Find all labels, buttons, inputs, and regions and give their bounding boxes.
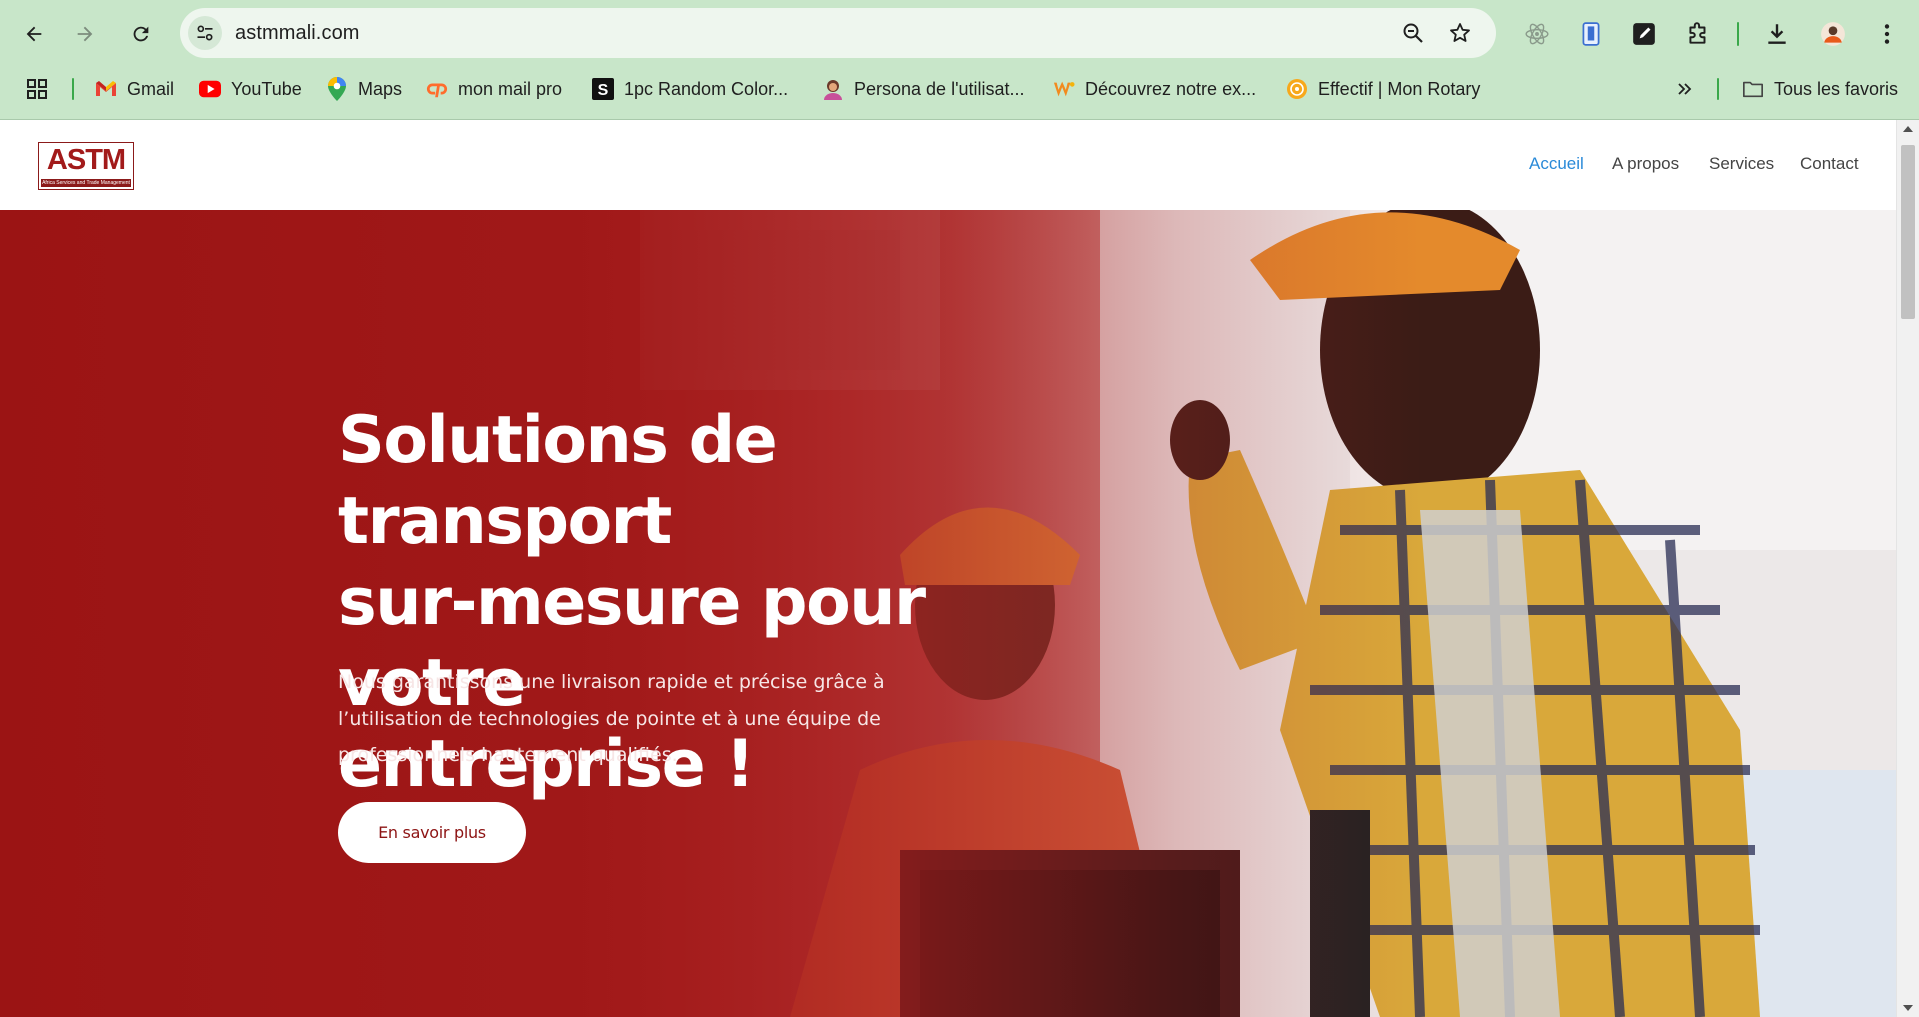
bookmarks-divider-right [1717,78,1719,100]
bookmark-youtube[interactable]: YouTube [199,74,302,104]
react-atom-icon [1525,23,1549,45]
device-frame-icon [1582,22,1600,46]
site-settings-button[interactable] [188,16,222,50]
svg-text:S: S [598,82,609,99]
bookmark-label: Découvrez notre ex... [1085,78,1257,99]
bookmark-gmail[interactable]: Gmail [95,74,174,104]
all-bookmarks-button[interactable]: Tous les favoris [1742,74,1898,104]
bookmark-label: Effectif | Mon Rotary [1318,78,1481,99]
site-header: ASTM Africa Services and Trade Managemen… [0,120,1896,210]
bookmark-label: YouTube [231,78,302,99]
nav-a-propos[interactable]: A propos [1612,154,1679,174]
bookmark-decouvrez[interactable]: Découvrez notre ex... [1053,74,1256,104]
puzzle-piece-icon [1689,22,1706,44]
bookmark-persona[interactable]: Persona de l'utilisat... [822,74,1025,104]
download-icon [1768,24,1786,44]
more-bookmarks-button[interactable] [1674,74,1706,104]
avatar-icon [1821,22,1845,46]
toolbar-divider [1737,22,1739,46]
scroll-down-arrow-icon[interactable] [1903,1005,1913,1011]
folder-icon [1742,78,1764,100]
zoom-out-icon [1403,23,1423,43]
bookmarks-divider [72,78,74,100]
eyedropper-icon [1633,23,1655,45]
gmail-icon [95,78,117,100]
web-page: ASTM Africa Services and Trade Managemen… [0,120,1896,1017]
youtube-icon [199,78,221,100]
zoom-button[interactable] [1399,19,1427,47]
hero-title-line: Solutions de transport [338,403,778,559]
logo-tagline: Africa Services and Trade Management [41,179,131,187]
tune-icon [197,25,213,41]
bookmark-rotary[interactable]: Effectif | Mon Rotary [1286,74,1480,104]
profile-button[interactable] [1816,17,1850,51]
browser-toolbar: astmmali.com [0,0,1919,66]
reload-button[interactable] [122,15,160,53]
star-outline-icon [1450,23,1470,42]
maps-icon [326,77,348,101]
all-bookmarks-label: Tous les favoris [1774,78,1899,99]
hero-text-line: Nous garantissons une livraison rapide e… [338,671,885,693]
address-bar[interactable]: astmmali.com [180,8,1496,58]
extension-responsive-viewer[interactable] [1574,17,1608,51]
rotary-icon [1286,78,1308,100]
apps-button[interactable] [26,74,58,104]
vertical-dots-icon [1884,24,1890,44]
bookmark-label: Persona de l'utilisat... [854,78,1025,99]
extension-color-picker[interactable] [1627,17,1661,51]
bookmark-random-color[interactable]: S 1pc Random Color... [592,74,788,104]
s-square-icon: S [592,78,614,100]
bookmark-label: mon mail pro [458,78,563,99]
chrome-menu-button[interactable] [1870,17,1904,51]
url-text[interactable]: astmmali.com [235,22,360,45]
bookmark-label: 1pc Random Color... [624,78,789,99]
bookmark-label: Gmail [127,78,175,99]
downloads-button[interactable] [1760,17,1794,51]
logo-text: ASTM [46,144,126,176]
extensions-button[interactable] [1681,17,1715,51]
nav-contact[interactable]: Contact [1800,154,1859,174]
nav-services[interactable]: Services [1709,154,1774,174]
cpanel-icon [426,78,448,100]
forward-button[interactable] [66,15,104,53]
scroll-up-arrow-icon[interactable] [1903,126,1913,132]
bookmarks-bar: Gmail YouTube Maps mon mail pro S 1pc Ra… [0,68,1919,110]
browser-chrome: astmmali.com Gmail YouTube Maps mon mail… [0,0,1919,120]
hero-text-line: professionnels hautement qualifiés. [338,744,678,766]
extension-react-devtools[interactable] [1520,17,1554,51]
apps-grid-icon [26,78,48,100]
back-button[interactable] [15,15,53,53]
nav-accueil[interactable]: Accueil [1529,154,1584,174]
learn-more-button[interactable]: En savoir plus [338,802,526,863]
page-scrollbar[interactable] [1896,120,1919,1017]
forward-arrow-icon [77,26,93,42]
reload-icon [133,26,149,42]
back-arrow-icon [26,26,42,42]
scrollbar-thumb[interactable] [1901,145,1915,319]
site-logo[interactable]: ASTM Africa Services and Trade Managemen… [38,142,134,190]
hero-section: Solutions de transport sur-mesure pour v… [0,210,1896,1017]
bookmark-star-button[interactable] [1446,19,1474,47]
hero-description: Nous garantissons une livraison rapide e… [338,664,898,774]
bookmark-maps[interactable]: Maps [326,74,402,104]
bookmark-label: Maps [358,78,403,99]
double-chevron-right-icon [1674,78,1696,100]
persona-icon [822,78,844,100]
w-logo-icon [1053,78,1075,100]
bookmark-mon-mail-pro[interactable]: mon mail pro [426,74,562,104]
hero-text-line: l’utilisation de technologies de pointe … [338,707,881,730]
